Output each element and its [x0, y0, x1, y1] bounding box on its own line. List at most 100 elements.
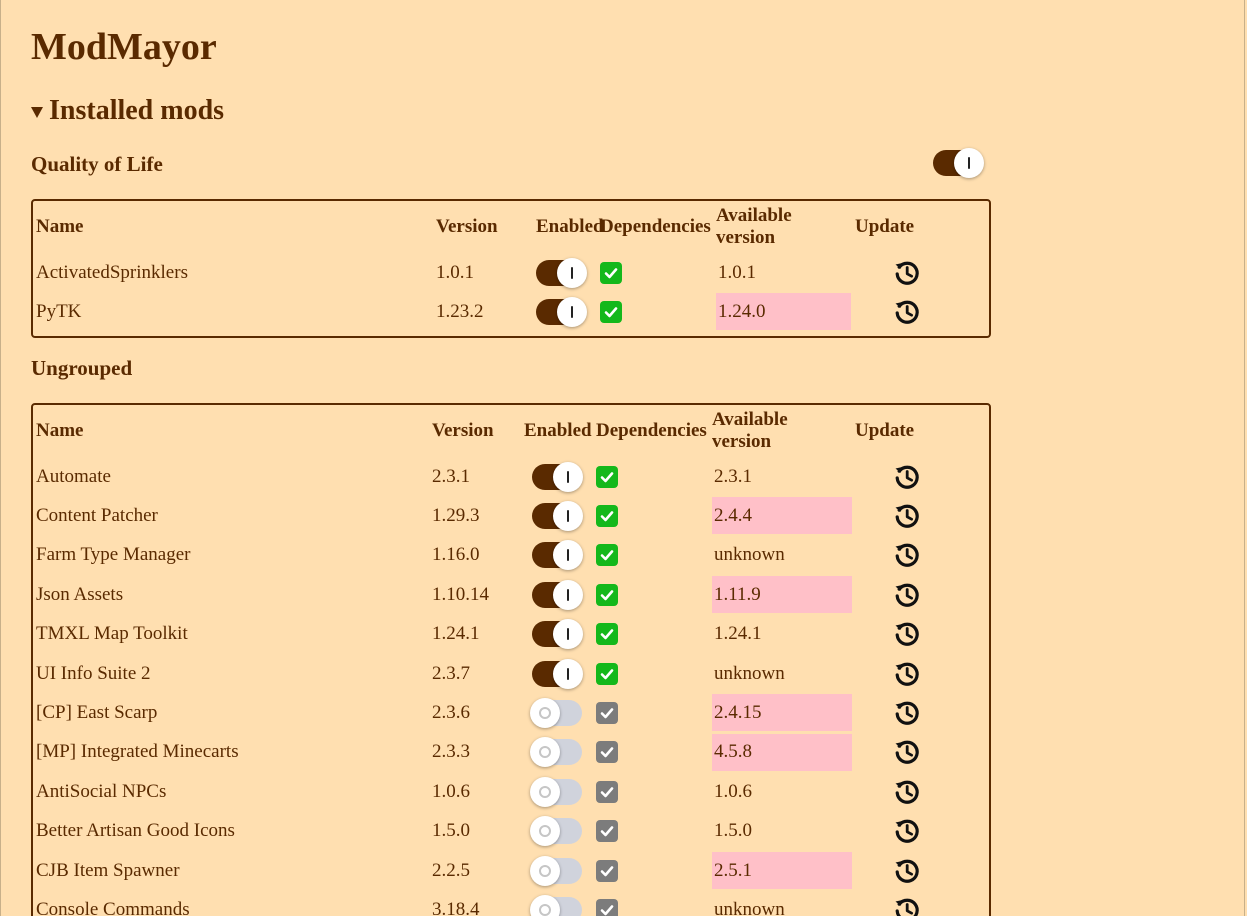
mod-enable-toggle[interactable]	[530, 816, 582, 847]
history-clock-icon[interactable]	[893, 738, 921, 766]
table-row: Json Assets 1.10.14 1.11.9	[33, 575, 989, 614]
mod-name: PyTK	[36, 300, 82, 322]
enabled-cell	[530, 772, 582, 811]
enabled-cell	[536, 253, 587, 292]
update-button[interactable]	[893, 253, 921, 292]
mod-version: 1.23.2	[436, 300, 484, 322]
history-clock-icon[interactable]	[893, 857, 921, 885]
available-version: 2.5.1	[712, 852, 852, 889]
mod-enable-toggle[interactable]	[530, 855, 582, 886]
history-clock-icon[interactable]	[893, 502, 921, 530]
history-clock-icon[interactable]	[893, 620, 921, 648]
enabled-cell	[532, 615, 583, 654]
update-button[interactable]	[893, 890, 921, 916]
history-clock-icon[interactable]	[893, 660, 921, 688]
mod-enable-toggle[interactable]	[530, 894, 582, 916]
enabled-cell	[530, 890, 582, 916]
update-button[interactable]	[893, 536, 921, 575]
mod-version: 1.29.3	[432, 504, 480, 526]
mods-table: Name Version Enabled Dependencies Available …	[31, 199, 991, 338]
mod-version: 1.10.14	[432, 583, 489, 605]
installed-mods-toggle[interactable]: Installed mods	[31, 94, 224, 128]
history-clock-icon[interactable]	[893, 896, 921, 916]
update-button[interactable]	[893, 575, 921, 614]
table-row: Farm Type Manager 1.16.0 unknown	[33, 536, 989, 575]
dependencies-cell	[600, 292, 622, 331]
update-button[interactable]	[893, 292, 921, 331]
enabled-cell	[530, 851, 582, 890]
check-box-icon	[600, 300, 622, 323]
available-version: unknown	[714, 662, 785, 684]
header-enabled: Enabled	[524, 420, 592, 441]
table-row: AntiSocial NPCs 1.0.6 1.0.6	[33, 772, 989, 811]
history-clock-icon[interactable]	[893, 259, 921, 287]
installed-mods-heading: Installed mods	[49, 95, 225, 126]
dependencies-cell	[596, 812, 618, 851]
history-clock-icon[interactable]	[893, 541, 921, 569]
dependencies-cell	[596, 890, 618, 916]
mod-name: Content Patcher	[36, 504, 158, 526]
update-button[interactable]	[893, 693, 921, 732]
table-row: PyTK 1.23.2 1.24.0	[33, 292, 989, 331]
available-version: unknown	[714, 898, 785, 916]
header-update: Update	[855, 216, 915, 237]
history-clock-icon[interactable]	[893, 778, 921, 806]
dependencies-cell	[596, 851, 618, 890]
enabled-cell	[532, 575, 583, 614]
table-row: UI Info Suite 2 2.3.7 unknown	[33, 654, 989, 693]
update-button[interactable]	[893, 496, 921, 535]
table-row: Automate 2.3.1 2.3.1	[33, 457, 989, 496]
mod-version: 2.3.1	[432, 465, 470, 487]
mod-enable-toggle[interactable]	[532, 658, 583, 689]
history-clock-icon[interactable]	[893, 463, 921, 491]
check-box-icon	[596, 662, 618, 685]
header-available-version: Available version	[716, 205, 792, 248]
mod-version: 1.0.1	[436, 261, 474, 283]
header-name: Name	[36, 216, 84, 237]
mod-name: TMXL Map Toolkit	[36, 623, 188, 645]
update-button[interactable]	[893, 772, 921, 811]
history-clock-icon[interactable]	[893, 581, 921, 609]
mod-enable-toggle[interactable]	[536, 257, 587, 288]
mod-name: Console Commands	[36, 898, 190, 916]
mod-enable-toggle[interactable]	[536, 296, 587, 327]
mod-enable-toggle[interactable]	[530, 776, 582, 807]
mod-enable-toggle[interactable]	[530, 737, 582, 768]
update-button[interactable]	[893, 851, 921, 890]
mod-name: Farm Type Manager	[36, 544, 191, 566]
update-button[interactable]	[893, 654, 921, 693]
table-row: Console Commands 3.18.4 unknown	[33, 890, 989, 916]
history-clock-icon[interactable]	[893, 298, 921, 326]
header-dependencies: Dependencies	[600, 216, 711, 237]
page: ModMayor Installed mods Quality of Life N…	[0, 0, 1245, 916]
mod-enable-toggle[interactable]	[532, 500, 583, 531]
check-box-icon	[596, 504, 618, 527]
table-row: TMXL Map Toolkit 1.24.1 1.24.1	[33, 615, 989, 654]
enabled-cell	[536, 292, 587, 331]
mod-enable-toggle[interactable]	[530, 697, 582, 728]
mod-enable-toggle[interactable]	[532, 461, 583, 492]
update-button[interactable]	[893, 615, 921, 654]
available-version: 1.11.9	[712, 576, 852, 614]
dependencies-cell	[596, 615, 618, 654]
table-row: ActivatedSprinklers 1.0.1 1.0.1	[33, 253, 989, 292]
update-button[interactable]	[893, 812, 921, 851]
mod-enable-toggle[interactable]	[532, 540, 583, 571]
dependencies-cell	[600, 253, 622, 292]
group-title: Ungrouped	[31, 356, 133, 380]
group-enable-toggle[interactable]	[933, 148, 984, 178]
mod-enable-toggle[interactable]	[532, 579, 583, 610]
history-clock-icon[interactable]	[893, 817, 921, 845]
triangle-down-icon	[31, 107, 43, 118]
history-clock-icon[interactable]	[893, 699, 921, 727]
header-name: Name	[36, 420, 84, 441]
mod-enable-toggle[interactable]	[532, 619, 583, 650]
enabled-cell	[532, 654, 583, 693]
dependencies-cell	[596, 536, 618, 575]
check-box-icon	[596, 623, 618, 646]
mod-name: [MP] Integrated Minecarts	[36, 741, 239, 763]
update-button[interactable]	[893, 733, 921, 772]
available-version: 2.4.15	[712, 694, 852, 732]
available-version: 1.24.1	[714, 623, 762, 645]
update-button[interactable]	[893, 457, 921, 496]
